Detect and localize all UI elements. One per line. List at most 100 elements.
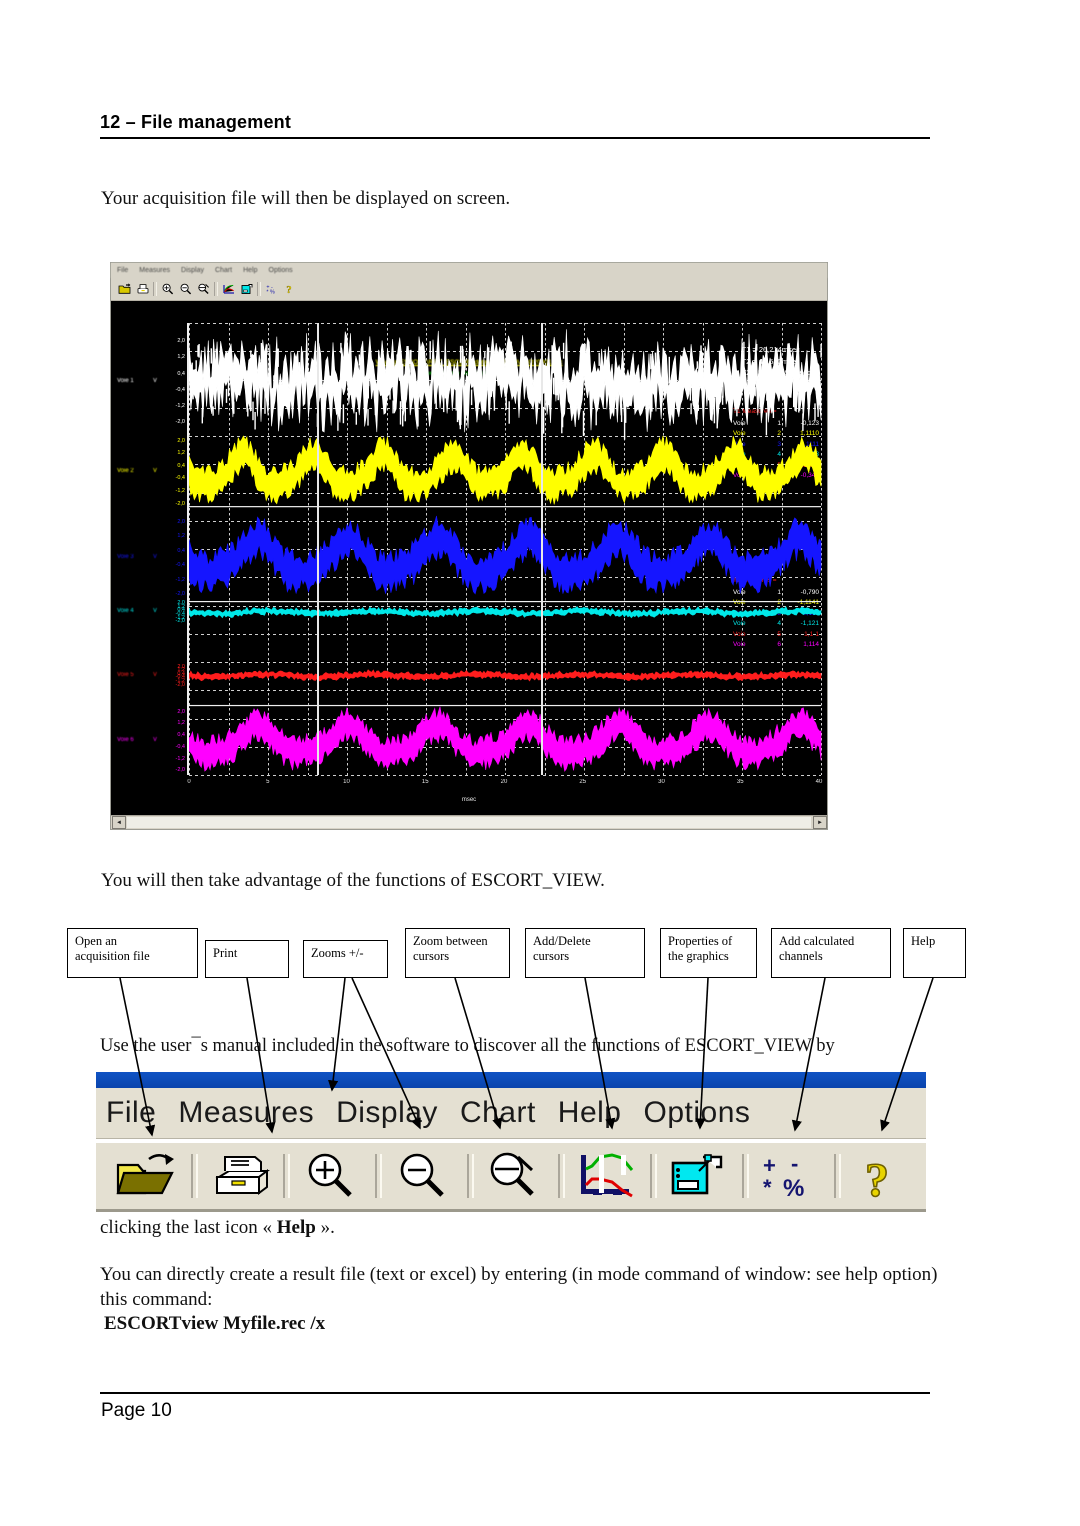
trace-spike [320,381,322,398]
page-header: 12 – File management [100,112,930,139]
callout-line1: Help [911,934,936,948]
screenshot-scrollbar[interactable]: ◄ ► [111,815,827,829]
trace-spike [242,358,245,366]
screenshot-toolbar: + - * % ? [111,278,827,301]
y-axis-tick: -0,4 [175,386,185,393]
menu-item-measures[interactable]: Measures [178,1096,314,1130]
trace-spike [654,352,657,376]
open-folder-icon[interactable] [106,1147,191,1205]
scroll-right-arrow[interactable]: ► [813,816,827,829]
channel-name-label: Voie 5 [117,671,134,678]
clicking-help-word: Help [276,1217,316,1238]
trace-spike [444,381,447,399]
menu-item-options[interactable]: Options [644,1096,751,1130]
trace-spike [806,361,808,377]
trace-spike [697,404,699,411]
trace-spike [579,365,581,389]
svg-text:-: - [791,1151,798,1176]
trace-spike [470,389,473,406]
footer-divider [100,1392,930,1394]
open-folder-icon[interactable] [116,281,133,298]
trace-spike [374,397,377,416]
y-axis-tick: -2,0 [175,767,185,774]
channel-unit-label: V [153,671,158,678]
trace-spike [250,391,252,411]
help-question-icon[interactable]: ? [841,1147,926,1205]
add-delete-cursors-icon[interactable] [238,281,255,298]
trace-spike [367,387,369,399]
trace-spike [508,401,510,424]
menu-item-file[interactable]: File [106,1096,156,1130]
zoom-between-cursors-icon[interactable] [195,281,212,298]
callout-add-calculated-channels: Add calculated channels [771,928,891,978]
chart-curves-icon[interactable] [565,1147,650,1205]
x-axis-tick: 0 [187,779,191,785]
add-calculated-channels-icon[interactable]: + - * % [263,281,280,298]
menu-item-chart[interactable]: Chart [460,1096,536,1130]
callout-zooms: Zooms +/- [303,940,388,978]
y-axis-tick: -0,4 [175,562,185,569]
trace-spike [462,349,464,361]
y-axis-tick: 1,2 [177,720,185,727]
print-icon[interactable] [198,1147,283,1205]
chart-properties-icon[interactable] [220,281,237,298]
trace-spike [346,374,348,382]
trace-spike [542,406,545,434]
trace-spike [475,388,477,411]
svg-text:* %: * % [266,289,275,295]
trace-spike [401,382,404,395]
y-axis-tick: -2,0 [175,681,185,688]
trace-spike [340,342,342,354]
trace-spike [696,361,698,369]
trace-spike [551,345,553,373]
screenshot-menu-display: Display [181,267,204,274]
trace-spike [584,343,586,369]
zoom-out-icon[interactable] [382,1147,467,1205]
x-axis-tick: 5 [266,779,270,785]
y-axis-tick: 1,2 [177,354,185,361]
menu-item-help[interactable]: Help [558,1096,622,1130]
scroll-track[interactable] [127,817,811,828]
callout-line1: Properties of [668,934,733,948]
zoom-in-icon[interactable] [159,281,176,298]
y-axis-tick: 2,0 [177,708,185,715]
toolbar-separator [374,1154,382,1198]
trace-spike [595,410,597,426]
toolbar-separator [650,1154,658,1198]
callout-help: Help [903,928,966,978]
trace-spike [547,383,550,405]
trace-spike [493,391,496,411]
zoom-in-icon[interactable] [290,1147,375,1205]
zoom-between-cursors-icon[interactable] [474,1147,559,1205]
trace-spike [544,387,546,410]
graphics-properties-icon[interactable] [657,1147,742,1205]
y-axis-tick: 2,0 [177,338,185,345]
trace-spike [367,409,369,426]
screenshot-menubar: File Measures Display Chart Help Options [111,263,827,278]
svg-text:%: % [783,1175,804,1201]
trace-spike [193,369,195,381]
trace-spike [212,406,214,416]
callout-line2: cursors [533,949,570,963]
trace-spike [704,370,707,387]
trace-spike [446,365,449,392]
cursor-t2-line[interactable] [541,323,543,775]
x-axis-tick: 35 [736,779,744,785]
trace-spike [358,354,361,366]
trace-spike [323,397,325,412]
zoom-out-icon[interactable] [177,281,194,298]
channel-name-label: Voie 2 [117,468,134,475]
menu-item-display[interactable]: Display [336,1096,438,1130]
cursor-t1-line[interactable] [317,323,319,775]
trace-spike [458,401,460,416]
print-icon[interactable] [134,281,151,298]
help-icon[interactable]: ? [281,281,298,298]
trace-spike [798,392,800,413]
trace-spike [561,410,564,428]
escortview-screenshot: File Measures Display Chart Help Options [110,262,828,830]
callout-print: Print [205,940,289,978]
trace-spike [554,374,557,395]
toolbar-menubar: File Measures Display Chart Help Options [96,1088,926,1138]
calculated-channels-icon[interactable]: + - * % [749,1147,834,1205]
scroll-left-arrow[interactable]: ◄ [112,816,126,829]
